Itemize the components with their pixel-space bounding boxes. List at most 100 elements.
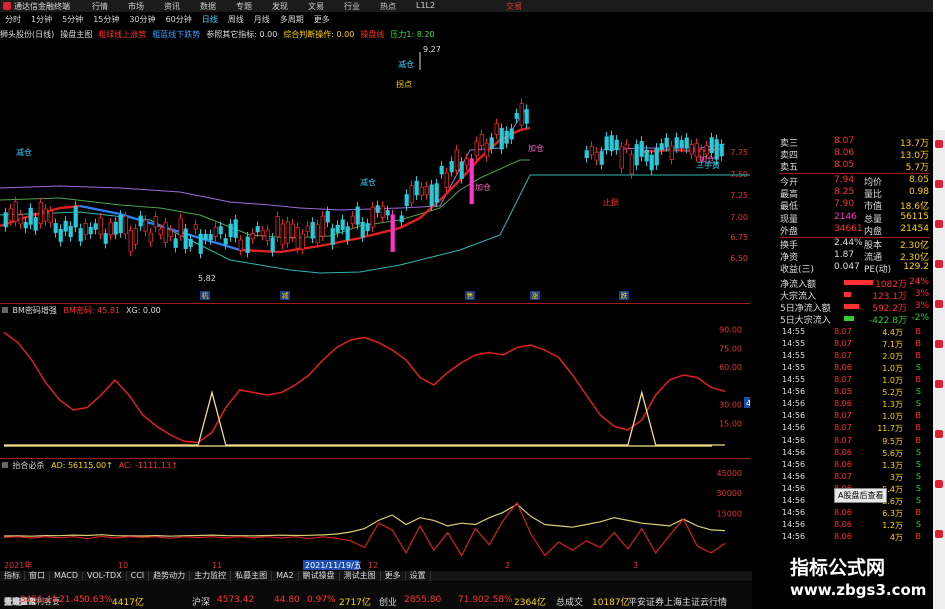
stat-value: 8.05 (908, 175, 929, 185)
candle (419, 186, 424, 196)
candle (499, 127, 504, 150)
ad-indicator-chart[interactable]: 45000 30000 15000 (0, 467, 750, 560)
period-tab-7[interactable]: 周线 (223, 14, 249, 26)
candle (33, 217, 38, 231)
candle (399, 215, 404, 223)
candle (484, 142, 489, 158)
candle (524, 109, 529, 124)
candle (385, 210, 390, 216)
tool-icon[interactable] (935, 340, 943, 348)
menu-item-7[interactable]: 行业 (344, 1, 360, 12)
menu-item-6[interactable]: 文易 (308, 1, 324, 12)
stat-label: 收益(三) (780, 265, 815, 276)
tool-icon[interactable] (935, 380, 943, 388)
candle (290, 223, 295, 238)
candle (38, 202, 43, 224)
period-tab-6[interactable]: 日线 (197, 14, 223, 26)
tick-price: 8.07 (834, 338, 852, 348)
period-tab-5[interactable]: 60分钟 (161, 14, 197, 26)
tick-side: S (915, 471, 921, 481)
main-kline-chart[interactable]: 7.757.507.257.006.756.509.27减仓拐点加仓减仓减仓 加仓… (0, 40, 750, 302)
quote-row: 5日净流入额 592.2万 3% (752, 301, 933, 314)
app-logo-icon (3, 2, 11, 10)
indicator-tab-1[interactable]: 窗口 (25, 571, 50, 581)
flow-bar (844, 315, 855, 321)
candle (469, 158, 474, 205)
info-item-0: 狮头股份(日线) (0, 30, 55, 39)
main-menu: 行情 市场 资讯 数据 专题 发现 文易 行业 热点 L1L2 (92, 1, 435, 12)
period-tab-9[interactable]: 多周期 (275, 14, 309, 26)
indicator-tab-2[interactable]: MACD (50, 571, 83, 581)
menu-item-0[interactable]: 行情 (92, 1, 108, 12)
menu-item-8[interactable]: 热点 (380, 1, 396, 12)
app-title: 通达信金融终端 (14, 2, 70, 11)
quote-row: 14:55 8.07 2.0万 B (752, 351, 933, 363)
indicator-tab-12[interactable]: 设置 (406, 571, 431, 581)
tick-time: 14:55 (782, 350, 806, 360)
ask-label: 卖五 (780, 163, 799, 173)
candle (439, 165, 444, 175)
candle (459, 161, 464, 180)
quote-row: 14:56 8.07 3万 S (752, 472, 933, 484)
index-value: 3451.41 (20, 595, 58, 605)
bm-indicator-chart[interactable]: 90.00 75.00 60.00 30.00 15.00 43.66 (0, 312, 750, 457)
indicator-tab-9[interactable]: 鹏试操盘 (299, 571, 340, 581)
tool-icon[interactable] (935, 220, 943, 228)
candle (370, 206, 375, 228)
period-tab-0[interactable]: 分时 (0, 14, 26, 26)
terminal-window: 通达信金融终端 行情 市场 资讯 数据 专题 发现 文易 行业 热点 L1L2 交易 分时 1分钟 5… (0, 0, 933, 609)
candle (599, 151, 604, 165)
tick-side: B (915, 411, 922, 421)
indicator-tab-4[interactable]: CCI (127, 571, 150, 581)
menu-item-1[interactable]: 市场 (128, 1, 144, 12)
stat-label: 今开 (780, 178, 799, 188)
tool-icon[interactable] (935, 260, 943, 268)
menu-item-2[interactable]: 资讯 (164, 1, 180, 12)
menu-item-5[interactable]: 发现 (272, 1, 288, 12)
tick-price: 8.07 (834, 326, 852, 336)
candle (684, 137, 689, 149)
tool-icon[interactable] (935, 140, 943, 148)
indicator-tab-7[interactable]: 私募主图 (231, 571, 273, 581)
indicator-tab-11[interactable]: 更多 (381, 571, 406, 581)
trade-button[interactable]: 交易 (506, 1, 522, 12)
menu-item-3[interactable]: 数据 (200, 1, 216, 12)
date-tick: 2021年 (4, 560, 32, 570)
indicator-tab-8[interactable]: MA2 (272, 571, 299, 581)
stat-label: 流通 (864, 253, 883, 264)
period-tab-2[interactable]: 5分钟 (57, 14, 88, 26)
tool-icon[interactable] (935, 300, 943, 308)
tool-icon[interactable] (935, 480, 943, 488)
candle (479, 134, 484, 147)
stat-value: 56115 (900, 211, 929, 222)
tool-icon[interactable] (935, 180, 943, 188)
period-tab-8[interactable]: 月线 (249, 14, 275, 26)
stat-value: 1.87 (834, 250, 855, 261)
sub1-tick: 30.00 (719, 401, 742, 410)
indicator-tab-10[interactable]: 测试主图 (340, 571, 381, 581)
candle (454, 149, 459, 171)
tool-icon[interactable] (935, 430, 943, 438)
indicator-tab-3[interactable]: VOL-TDX (83, 571, 127, 581)
tick-volume: 2.0万 (882, 351, 903, 361)
menu-item-4[interactable]: 专题 (236, 1, 252, 12)
period-tab-10[interactable]: 更多 (309, 14, 335, 26)
tick-volume: 1.0万 (882, 376, 903, 385)
indicator-tab-0[interactable]: 指标 (0, 571, 25, 581)
period-tab-1[interactable]: 1分钟 (26, 14, 57, 26)
menu-item-9[interactable]: L1L2 (416, 1, 435, 12)
signal-label: 止损 (603, 197, 619, 207)
candle (589, 146, 594, 156)
period-tab-3[interactable]: 15分钟 (88, 14, 124, 26)
tool-icon[interactable] (935, 530, 943, 538)
candle (113, 221, 118, 235)
tick-price: 8.06 (834, 508, 852, 518)
tick-price: 8.06 (834, 447, 852, 457)
series-line-AD (3, 503, 726, 537)
period-tab-4[interactable]: 30分钟 (124, 14, 160, 26)
quote-row: 最低 7.90 市值 18.6亿 (752, 199, 933, 212)
indicator-tab-5[interactable]: 趋势动力 (149, 571, 191, 581)
popup-tooltip[interactable]: A股盘后查看 (834, 488, 888, 503)
indicator-tab-6[interactable]: 主力监控 (190, 571, 232, 581)
signal-label: 减仓 (16, 147, 32, 157)
